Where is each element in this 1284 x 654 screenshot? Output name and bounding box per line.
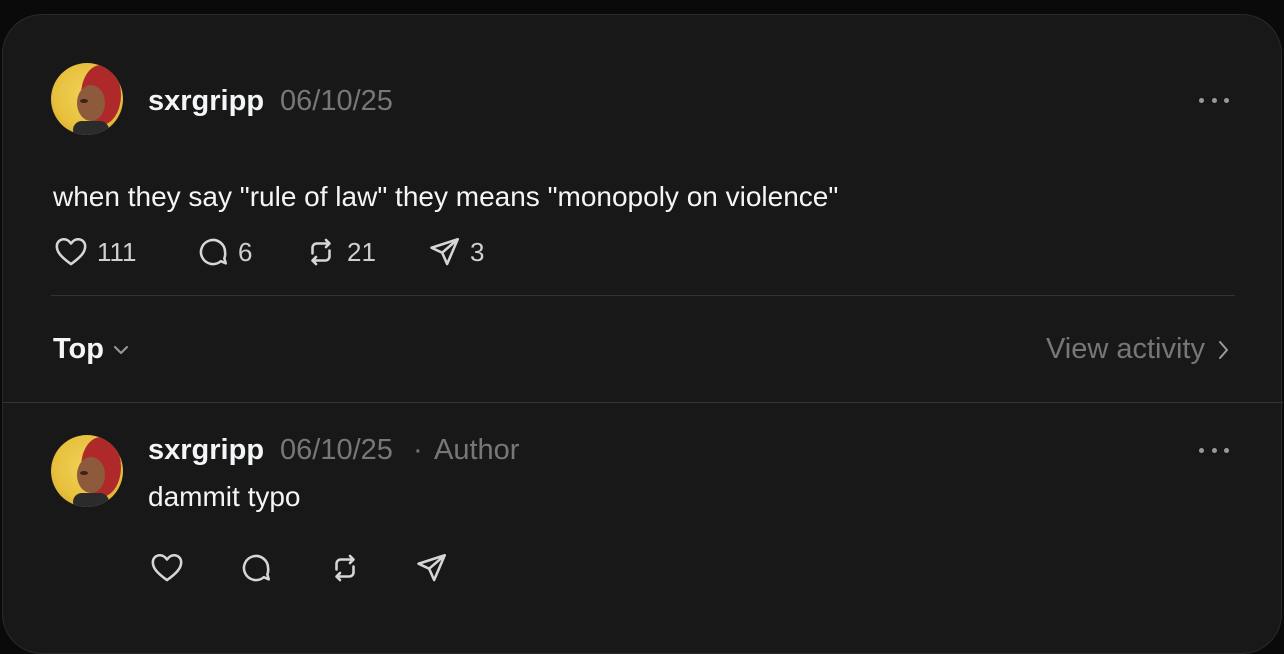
avatar[interactable]: [51, 63, 123, 135]
paper-plane-icon: [417, 553, 447, 582]
comment-count: 6: [238, 236, 253, 267]
reply-username[interactable]: sxrgripp: [148, 434, 264, 467]
repost-button[interactable]: 21: [303, 235, 376, 269]
reply-like-button[interactable]: [149, 551, 185, 585]
reply-date[interactable]: 06/10/25: [280, 434, 393, 467]
repost-icon: [311, 238, 331, 266]
more-dots-icon[interactable]: [1199, 90, 1229, 110]
reply-share-button[interactable]: [415, 551, 449, 585]
thread-card: sxrgripp 06/10/25 when they say "rule of…: [2, 14, 1283, 654]
chevron-right-icon: [1219, 340, 1228, 359]
meta-separator: ·: [413, 434, 423, 466]
heart-icon: [151, 553, 183, 582]
repost-count: 21: [347, 236, 376, 267]
sort-label: Top: [53, 333, 104, 365]
like-count: 111: [97, 236, 137, 267]
share-count: 3: [470, 236, 485, 267]
comment-bubble-icon: [199, 238, 228, 266]
reply-text: dammit typo: [148, 481, 301, 512]
reply-more-dots-icon[interactable]: [1199, 440, 1229, 460]
reply-avatar[interactable]: [51, 435, 123, 507]
post-text: when they say "rule of law" they means "…: [53, 181, 839, 212]
like-button[interactable]: 111: [53, 235, 137, 269]
reply-repost-button[interactable]: [327, 551, 363, 585]
comment-bubble-icon: [242, 554, 271, 582]
repost-icon: [335, 554, 355, 582]
reply-comment-button[interactable]: [239, 551, 273, 585]
view-activity-label: View activity: [1045, 333, 1205, 365]
post-date[interactable]: 06/10/25: [280, 85, 393, 118]
sort-dropdown[interactable]: Top: [53, 333, 130, 366]
heart-icon: [55, 237, 87, 266]
post-divider: [51, 295, 1235, 296]
chevron-down-icon: [114, 345, 128, 354]
comment-button[interactable]: 6: [196, 235, 252, 269]
post-username[interactable]: sxrgripp: [148, 85, 264, 118]
section-divider: [3, 402, 1283, 403]
view-activity-link[interactable]: View activity: [1046, 333, 1229, 366]
share-button[interactable]: 3: [428, 235, 484, 269]
paper-plane-icon: [430, 237, 460, 266]
author-badge: Author: [434, 434, 520, 466]
